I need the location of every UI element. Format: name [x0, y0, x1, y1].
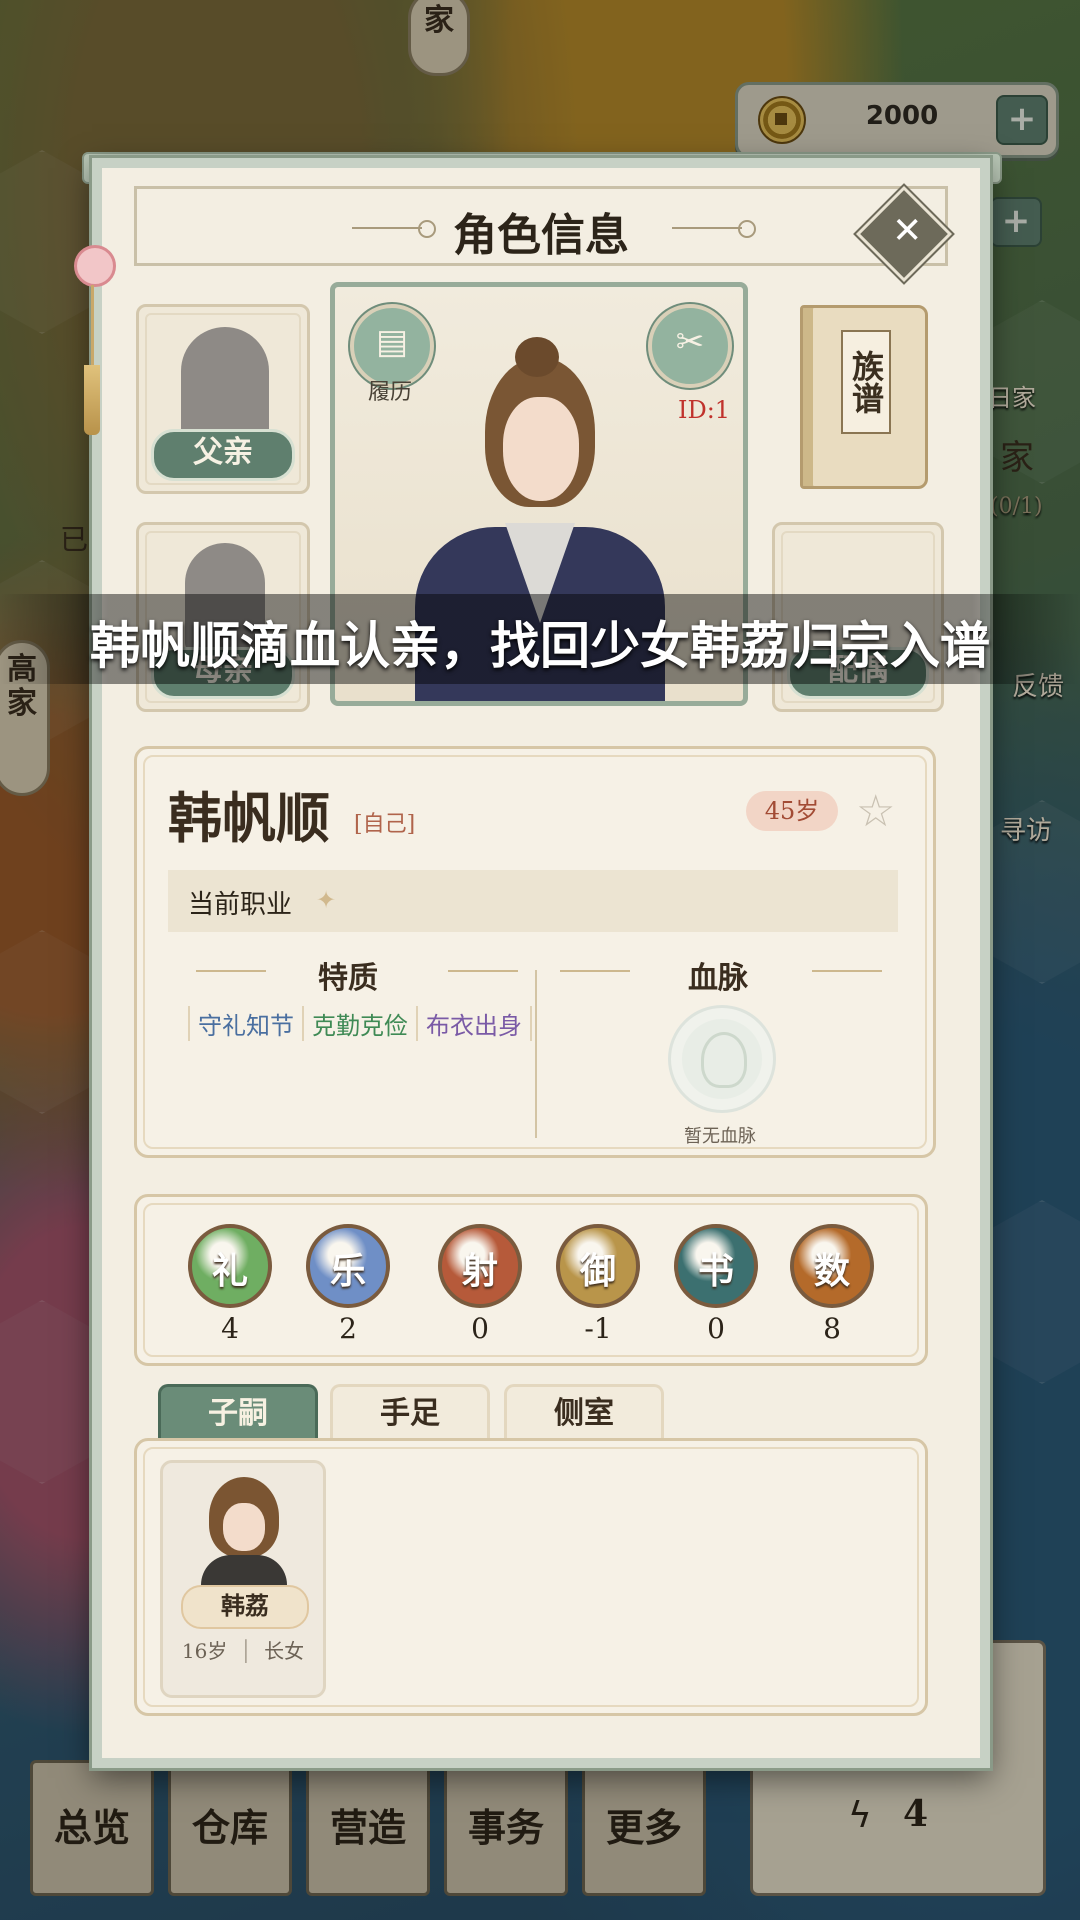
skill-glyph: 射: [461, 1250, 498, 1292]
resume-label: 履历: [368, 380, 413, 405]
bloodline-heading: 血脉: [688, 961, 748, 996]
trait-tag[interactable]: 克勤克俭: [302, 1006, 416, 1041]
skill-value: 4: [221, 1312, 239, 1345]
character-name: 韩帆顺: [168, 786, 330, 850]
modal-title: 角色信息: [453, 210, 629, 261]
skill-glyph: 御: [579, 1250, 616, 1292]
father-label: 父亲: [151, 429, 295, 481]
sparkle-icon: ✦: [316, 886, 337, 914]
face: [503, 397, 579, 501]
modal-header: 角色信息: [134, 186, 948, 266]
skill-badge[interactable]: 数: [790, 1224, 874, 1308]
trait-tag[interactable]: 布衣出身: [416, 1006, 532, 1041]
hair-bun: [515, 337, 559, 377]
skill-value: 0: [707, 1312, 725, 1345]
skill-glyph: 礼: [211, 1250, 248, 1292]
skill-badge[interactable]: 射: [438, 1224, 522, 1308]
tab-siblings[interactable]: 手足: [330, 1384, 490, 1438]
event-banner-text: 韩帆顺滴血认亲，找回少女韩荔归宗入谱: [90, 616, 990, 675]
customize-button[interactable]: ✂: [648, 304, 732, 388]
genealogy-label: 族谱: [841, 330, 891, 434]
child-face: [223, 1503, 265, 1551]
child-rank: 长女: [264, 1639, 305, 1663]
bloodline-ornament-left: [560, 970, 630, 972]
traits-ornament-left: [196, 970, 266, 972]
relation-tag: [自己]: [354, 812, 416, 837]
skill-value: 2: [339, 1312, 357, 1345]
close-icon: ✕: [892, 210, 923, 252]
no-bloodline-text: 暂无血脉: [684, 1126, 756, 1147]
skill-value: 8: [823, 1312, 841, 1345]
trait-list: 守礼知节 克勤克俭 布衣出身: [188, 1006, 532, 1041]
child-name: 韩荔: [181, 1585, 309, 1629]
title-ornament-right: [672, 220, 756, 238]
child-sep: │: [239, 1639, 252, 1663]
section-divider: [535, 970, 537, 1138]
tab-children[interactable]: 子嗣: [158, 1384, 318, 1438]
scissors-icon: ✂: [675, 322, 705, 362]
flower-icon: [74, 245, 116, 287]
traits-ornament-right: [448, 970, 518, 972]
traits-heading: 特质: [318, 961, 378, 996]
skill-glyph: 书: [697, 1250, 734, 1292]
tab-concubines[interactable]: 侧室: [504, 1384, 664, 1438]
skill-value: -1: [584, 1312, 612, 1345]
skill-badge[interactable]: 礼: [188, 1224, 272, 1308]
character-id: ID:1: [678, 396, 731, 424]
skill-glyph: 乐: [329, 1250, 366, 1292]
favorite-star-icon[interactable]: ☆: [856, 786, 895, 837]
tassel-ornament: [74, 225, 116, 435]
scroll-icon: ▤: [375, 322, 409, 362]
trait-tag[interactable]: 守礼知节: [188, 1006, 302, 1041]
skill-badge[interactable]: 书: [674, 1224, 758, 1308]
event-banner: 韩帆顺滴血认亲，找回少女韩荔归宗入谱: [0, 594, 1080, 684]
child-info: 16岁 │ 长女: [163, 1635, 323, 1664]
occupation-bar[interactable]: 当前职业 ✦: [168, 870, 898, 932]
child-card[interactable]: 韩荔 16岁 │ 长女: [160, 1460, 326, 1698]
child-age: 16岁: [181, 1639, 228, 1663]
bloodline-ornament-right: [812, 970, 882, 972]
occupation-label: 当前职业: [188, 890, 293, 920]
skill-value: 0: [471, 1312, 489, 1345]
skill-badge[interactable]: 乐: [306, 1224, 390, 1308]
skill-glyph: 数: [813, 1250, 850, 1292]
genealogy-book-button[interactable]: 族谱: [800, 305, 928, 489]
skill-badge[interactable]: 御: [556, 1224, 640, 1308]
age-badge: 45岁: [746, 791, 838, 831]
father-slot[interactable]: 父亲: [136, 304, 310, 494]
phoenix-emblem-icon: [668, 1005, 776, 1113]
